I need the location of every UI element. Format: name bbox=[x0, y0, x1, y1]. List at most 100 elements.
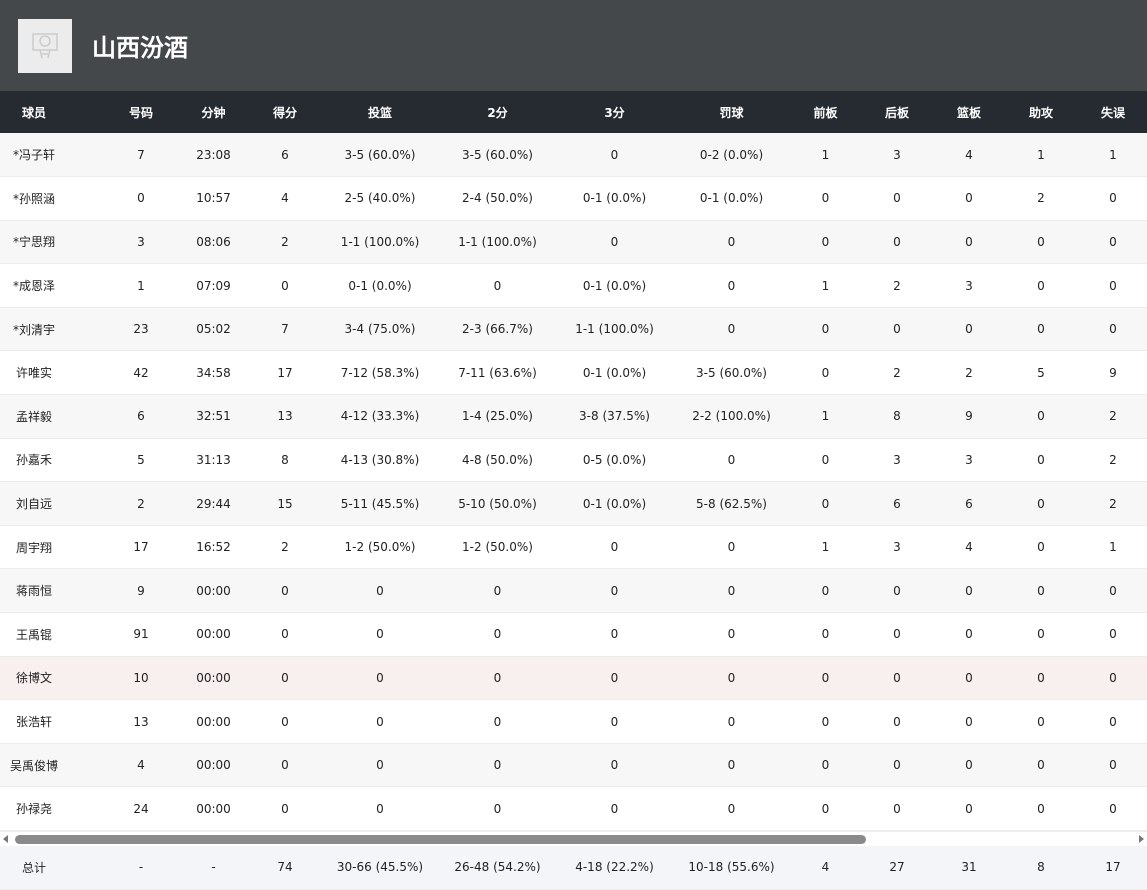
table-row[interactable]: 吴禹俊博 4 00:00 0 0 0 0 0 0 0 0 0 0 bbox=[0, 743, 1147, 788]
column-header[interactable]: 号码 bbox=[104, 91, 178, 133]
column-header[interactable]: 球员 bbox=[0, 91, 104, 133]
scrollbar-thumb[interactable] bbox=[15, 835, 866, 844]
stat-cell: 0 bbox=[1005, 220, 1077, 265]
stat-cell: 0 bbox=[790, 481, 861, 526]
stat-cell: 1 bbox=[1077, 525, 1147, 570]
table-row[interactable]: *孙照涵 0 10:57 4 2-5 (40.0%) 2-4 (50.0%) 0-1 (0.… bbox=[0, 176, 1147, 221]
player-name[interactable]: 周宇翔 bbox=[0, 525, 104, 570]
table-row[interactable]: *冯子轩 7 23:08 6 3-5 (60.0%) 3-5 (60.0%) 0 0-2 (0… bbox=[0, 133, 1147, 178]
stat-cell: 0 bbox=[861, 568, 933, 614]
stat-cell: 42 bbox=[104, 350, 178, 396]
table-row[interactable]: 刘自远 2 29:44 15 5-11 (45.5%) 5-10 (50.0%) 0-1 (… bbox=[0, 481, 1147, 526]
scroll-left-icon[interactable] bbox=[3, 835, 8, 843]
table-row[interactable]: 许唯实 42 34:58 17 7-12 (58.3%) 7-11 (63.6%) 0-1 … bbox=[0, 350, 1147, 396]
stat-cell: 0 bbox=[1077, 699, 1147, 744]
stat-cell: 3-5 (60.0%) bbox=[321, 133, 439, 178]
stat-cell: 3 bbox=[861, 133, 933, 178]
totals-cell: 8 bbox=[1005, 846, 1077, 890]
stat-cell: 0 bbox=[933, 699, 1005, 744]
stat-cell: 3-5 (60.0%) bbox=[439, 133, 556, 178]
player-name[interactable]: 张浩轩 bbox=[0, 699, 104, 744]
stat-cell: 0 bbox=[1077, 220, 1147, 265]
scroll-right-icon[interactable] bbox=[1139, 835, 1144, 843]
totals-cell: 74 bbox=[249, 846, 321, 890]
totals-row: 总计 - -74 30-66 (45.5%) 26-48 (54.2%) 4-18 (22… bbox=[0, 846, 1147, 890]
table-row[interactable]: 孙嘉禾 5 31:13 8 4-13 (30.8%) 4-8 (50.0%) 0-5 (0.… bbox=[0, 438, 1147, 483]
stat-cell: 4-8 (50.0%) bbox=[439, 438, 556, 483]
player-name[interactable]: *刘清宇 bbox=[0, 307, 104, 352]
stat-cell: 23:08 bbox=[178, 133, 249, 178]
player-name[interactable]: *孙照涵 bbox=[0, 176, 104, 221]
column-header[interactable]: 罚球 bbox=[673, 91, 790, 133]
stat-cell: 3-4 (75.0%) bbox=[321, 307, 439, 352]
table-header: 球员 号码 分钟 得分 投篮 2分 3分 罚球 前板 后板 篮板 助攻 失误 bbox=[0, 91, 1147, 133]
totals-cell: - bbox=[178, 846, 249, 890]
horizontal-scrollbar[interactable] bbox=[0, 831, 1147, 846]
stat-cell: 2 bbox=[1005, 176, 1077, 221]
player-name[interactable]: 王禹锟 bbox=[0, 612, 104, 657]
stat-cell: 9 bbox=[1077, 350, 1147, 396]
stat-cell: 9 bbox=[104, 568, 178, 614]
player-name[interactable]: 孟祥毅 bbox=[0, 394, 104, 439]
player-name[interactable]: 徐博文 bbox=[0, 656, 104, 701]
player-name[interactable]: *成恩泽 bbox=[0, 263, 104, 308]
column-header[interactable]: 后板 bbox=[861, 91, 933, 133]
stat-cell: 8 bbox=[861, 394, 933, 439]
table-row[interactable]: *刘清宇 23 05:02 7 3-4 (75.0%) 2-3 (66.7%) 1-1 (1… bbox=[0, 307, 1147, 352]
player-name[interactable]: *宁思翔 bbox=[0, 220, 104, 265]
stat-cell: 0 bbox=[790, 699, 861, 744]
column-header[interactable]: 前板 bbox=[790, 91, 861, 133]
totals-cell: 4-18 (22.2%) bbox=[556, 846, 673, 890]
stat-cell: 0 bbox=[556, 525, 673, 570]
stat-cell: 1-4 (25.0%) bbox=[439, 394, 556, 439]
column-header[interactable]: 2分 bbox=[439, 91, 556, 133]
table-row[interactable]: 张浩轩 13 00:00 0 0 0 0 0 0 0 0 0 0 bbox=[0, 699, 1147, 744]
table-row[interactable]: 王禹锟 91 00:00 0 0 0 0 0 0 0 0 0 0 bbox=[0, 612, 1147, 657]
stat-cell: 4-12 (33.3%) bbox=[321, 394, 439, 439]
stat-cell: 31:13 bbox=[178, 438, 249, 483]
stat-cell: 0 bbox=[1005, 612, 1077, 657]
table-row[interactable]: *成恩泽 1 07:09 0 0-1 (0.0%) 0 0-1 (0.0%) 0 1 2 3 0 0 bbox=[0, 263, 1147, 308]
stat-cell: 0 bbox=[933, 568, 1005, 614]
stat-cell: 2 bbox=[249, 525, 321, 570]
player-name[interactable]: 刘自远 bbox=[0, 481, 104, 526]
stat-cell: 4 bbox=[933, 133, 1005, 178]
table-row[interactable]: 孟祥毅 6 32:51 13 4-12 (33.3%) 1-4 (25.0%) 3-8 (3… bbox=[0, 394, 1147, 439]
stat-cell: 0 bbox=[1077, 568, 1147, 614]
stat-cell: 0 bbox=[790, 612, 861, 657]
stat-cell: 9 bbox=[933, 394, 1005, 439]
table-row[interactable]: 徐博文 10 00:00 0 0 0 0 0 0 0 0 0 0 bbox=[0, 656, 1147, 701]
player-name[interactable]: 蒋雨恒 bbox=[0, 568, 104, 614]
stat-cell: 0 bbox=[790, 568, 861, 614]
stat-cell: 00:00 bbox=[178, 699, 249, 744]
stat-cell: 15 bbox=[249, 481, 321, 526]
stat-cell: 0 bbox=[1005, 786, 1077, 831]
column-header[interactable]: 投篮 bbox=[321, 91, 439, 133]
table-row[interactable]: 蒋雨恒 9 00:00 0 0 0 0 0 0 0 0 0 0 bbox=[0, 568, 1147, 614]
player-name[interactable]: 孙禄尧 bbox=[0, 786, 104, 831]
stat-cell: 0 bbox=[1077, 656, 1147, 701]
stat-cell: 0 bbox=[933, 176, 1005, 221]
stat-cell: 0 bbox=[673, 438, 790, 483]
column-header[interactable]: 得分 bbox=[249, 91, 321, 133]
column-header[interactable]: 3分 bbox=[556, 91, 673, 133]
stat-cell: 7 bbox=[249, 307, 321, 352]
player-name[interactable]: 孙嘉禾 bbox=[0, 438, 104, 483]
stat-cell: 0 bbox=[673, 220, 790, 265]
stat-cell: 91 bbox=[104, 612, 178, 657]
stat-cell: 00:00 bbox=[178, 656, 249, 701]
stat-cell: 10 bbox=[104, 656, 178, 701]
column-header[interactable]: 助攻 bbox=[1005, 91, 1077, 133]
table-row[interactable]: 孙禄尧 24 00:00 0 0 0 0 0 0 0 0 0 0 bbox=[0, 786, 1147, 831]
stat-cell: 0 bbox=[439, 612, 556, 657]
column-header[interactable]: 分钟 bbox=[178, 91, 249, 133]
player-name[interactable]: 许唯实 bbox=[0, 350, 104, 396]
stat-cell: 2 bbox=[1077, 438, 1147, 483]
table-row[interactable]: *宁思翔 3 08:06 2 1-1 (100.0%) 1-1 (100.0%) 0 0 0 0 0… bbox=[0, 220, 1147, 265]
player-name[interactable]: 吴禹俊博 bbox=[0, 743, 104, 788]
column-header[interactable]: 篮板 bbox=[933, 91, 1005, 133]
player-name[interactable]: *冯子轩 bbox=[0, 133, 104, 178]
stat-cell: 17 bbox=[249, 350, 321, 396]
column-header[interactable]: 失误 bbox=[1077, 91, 1147, 133]
table-row[interactable]: 周宇翔 17 16:52 2 1-2 (50.0%) 1-2 (50.0%) 0 0 1 3 4 0 1 bbox=[0, 525, 1147, 570]
